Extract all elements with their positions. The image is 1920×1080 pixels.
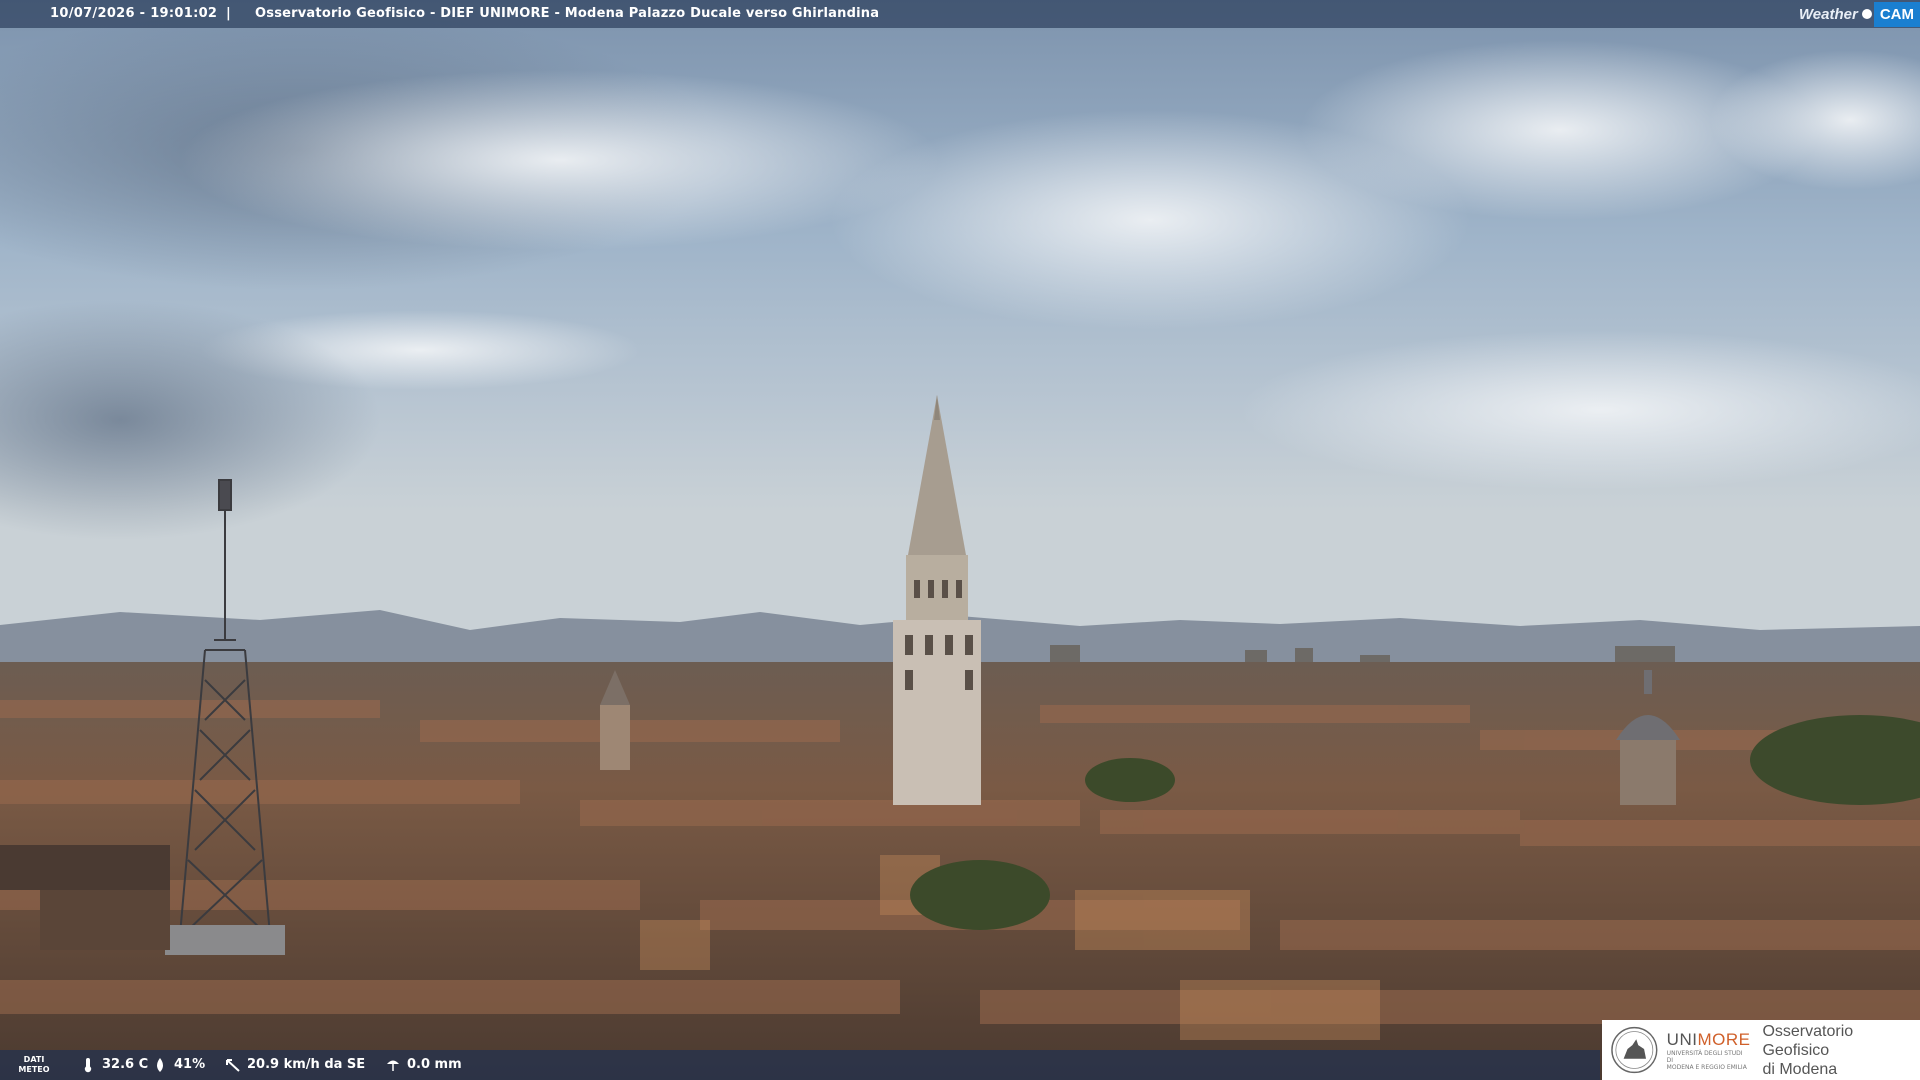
logo-cam-text: CAM bbox=[1873, 1, 1920, 27]
logo-weather-text: Weather bbox=[1798, 5, 1858, 23]
meteo-data-bar: DATI METEO 32.6 C 41% 20.9 km/h da SE 0.… bbox=[0, 1050, 1600, 1080]
wind-reading: 20.9 km/h da SE bbox=[225, 1050, 365, 1080]
observatory-name: Osservatorio Geofisico di Modena bbox=[1762, 1022, 1854, 1078]
camera-title: Osservatorio Geofisico - DIEF UNIMORE - … bbox=[255, 6, 880, 21]
rain-icon bbox=[387, 1060, 399, 1071]
webcam-view-modena bbox=[0, 0, 1920, 1080]
weathercam-logo: Weather CAM bbox=[1799, 0, 1920, 28]
antenna-base bbox=[165, 925, 285, 955]
logo-dot-icon bbox=[1861, 9, 1872, 19]
humidity-drop-icon bbox=[157, 1058, 163, 1072]
rain-value: 0.0 mm bbox=[407, 1057, 462, 1072]
caption-separator: | bbox=[226, 6, 231, 21]
cloud bbox=[180, 70, 940, 250]
humidity-value: 41% bbox=[174, 1057, 206, 1072]
unimore-seal-icon bbox=[1611, 1026, 1658, 1074]
temperature-reading: 32.6 C bbox=[80, 1050, 148, 1080]
wind-icon bbox=[226, 1059, 240, 1072]
thermometer-icon bbox=[84, 1058, 92, 1073]
unimore-brand-box: UNIMORE UNIVERSITÀ DEGLI STUDI DI MODENA… bbox=[1602, 1020, 1920, 1080]
wind-value: 20.9 km/h da SE bbox=[247, 1057, 366, 1072]
humidity-reading: 41% bbox=[152, 1050, 205, 1080]
rain-reading: 0.0 mm bbox=[385, 1050, 462, 1080]
top-caption-bar: 10/07/2026 - 19:01:02 | Osservatorio Geo… bbox=[0, 0, 1920, 28]
unimore-wordmark: UNIMORE UNIVERSITÀ DEGLI STUDI DI MODENA… bbox=[1666, 1029, 1751, 1071]
trees bbox=[1085, 758, 1175, 802]
timestamp: 10/07/2026 - 19:01:02 bbox=[50, 6, 218, 21]
meteo-label: DATI METEO bbox=[18, 1055, 50, 1074]
temperature-value: 32.6 C bbox=[102, 1057, 149, 1072]
trees bbox=[910, 860, 1050, 930]
